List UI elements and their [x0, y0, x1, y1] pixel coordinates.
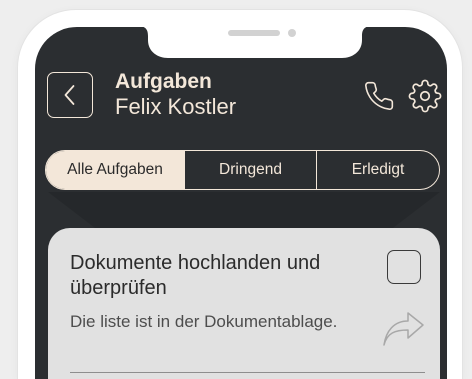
chevron-left-icon [64, 84, 74, 105]
tab-urgent[interactable]: Dringend [184, 151, 316, 189]
tab-label: Erledigt [351, 161, 405, 178]
forward-arrow-icon [383, 312, 424, 346]
task-description: Die liste ist in der Dokumentablage. [70, 312, 338, 331]
decorative-shade [48, 192, 440, 228]
forward-button[interactable] [381, 311, 425, 347]
contact-name: Felix Kostler [115, 94, 237, 119]
tab-bar: Alle Aufgaben Dringend Erledigt [45, 150, 440, 190]
tab-all-tasks[interactable]: Alle Aufgaben [46, 151, 184, 189]
task-card[interactable]: Dokumente hochlanden und überprüfen Die … [48, 228, 440, 379]
page-title: Aufgaben [115, 70, 212, 93]
task-checkbox[interactable] [387, 250, 421, 284]
speaker-grille [228, 30, 280, 36]
task-title: Dokumente hochlanden und überprüfen [70, 252, 321, 299]
call-button[interactable] [363, 80, 395, 112]
back-button[interactable] [47, 72, 93, 118]
tab-label: Alle Aufgaben [67, 161, 163, 178]
gear-icon [408, 79, 442, 113]
tab-done[interactable]: Erledigt [316, 151, 439, 189]
card-divider [70, 372, 425, 373]
phone-icon [365, 81, 394, 111]
tab-label: Dringend [219, 161, 282, 178]
phone-screen: Aufgaben Felix Kostler Alle Aufgaben Dri… [35, 27, 447, 379]
front-camera [288, 29, 296, 37]
settings-button[interactable] [408, 79, 442, 113]
